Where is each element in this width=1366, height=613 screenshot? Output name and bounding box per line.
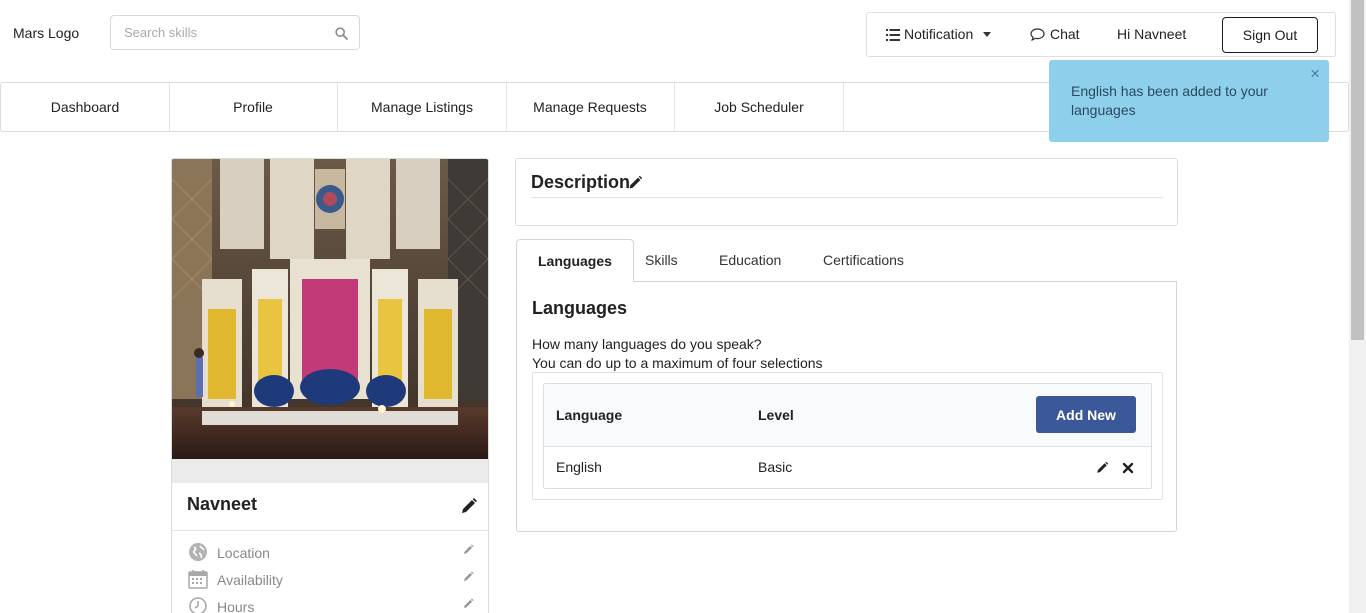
search-input[interactable] <box>111 16 326 49</box>
edit-hours-icon[interactable] <box>463 596 474 612</box>
languages-question: How many languages do you speak? <box>532 336 762 352</box>
edit-location-icon[interactable] <box>463 542 474 558</box>
languages-panel: Languages How many languages do you spea… <box>516 281 1177 532</box>
edit-availability-icon[interactable] <box>463 569 474 585</box>
table-row: English Basic <box>544 447 1151 489</box>
toast-message: English has been added to your languages <box>1071 83 1268 118</box>
column-header-level: Level <box>758 407 794 423</box>
globe-icon <box>188 542 208 565</box>
notification-label: Notification <box>904 26 974 42</box>
search-box <box>110 15 360 50</box>
hours-label: Hours <box>217 599 255 613</box>
languages-heading: Languages <box>532 298 628 318</box>
availability-label: Availability <box>217 572 283 588</box>
languages-hint: You can do up to a maximum of four selec… <box>532 355 823 371</box>
user-menu-bar: Notification Chat Hi Navneet Sign Out <box>866 12 1336 57</box>
edit-name-icon[interactable] <box>460 497 478 518</box>
table-header: Language Level Add New <box>544 384 1151 447</box>
notification-dropdown[interactable]: Notification <box>886 13 992 56</box>
photo-footer <box>172 459 488 483</box>
toast-notification: English has been added to your languages… <box>1049 60 1329 142</box>
edit-language-icon[interactable] <box>1096 461 1109 477</box>
location-label: Location <box>217 545 270 561</box>
sign-out-button[interactable]: Sign Out <box>1222 17 1318 53</box>
profile-card: Navneet Location Availability Hours <box>171 158 489 613</box>
language-cell: English <box>556 459 602 475</box>
divider <box>172 530 488 531</box>
nav-manage-requests[interactable]: Manage Requests <box>506 83 675 131</box>
languages-table: Language Level Add New English Basic <box>543 383 1152 489</box>
description-card: Description <box>515 158 1178 226</box>
languages-table-wrapper: Language Level Add New English Basic <box>532 372 1163 500</box>
chat-label: Chat <box>1050 26 1080 42</box>
chevron-down-icon <box>983 32 992 37</box>
tab-languages[interactable]: Languages <box>516 239 634 282</box>
nav-job-scheduler[interactable]: Job Scheduler <box>675 83 844 131</box>
profile-photo[interactable] <box>172 159 488 459</box>
site-logo[interactable]: Mars Logo <box>13 25 79 41</box>
nav-dashboard[interactable]: Dashboard <box>1 83 170 131</box>
calendar-icon <box>188 569 208 592</box>
delete-language-icon[interactable] <box>1122 461 1134 477</box>
tab-skills[interactable]: Skills <box>624 239 699 282</box>
chat-link[interactable]: Chat <box>1030 13 1080 56</box>
search-icon[interactable] <box>335 27 348 43</box>
profile-name: Navneet <box>187 494 258 514</box>
chat-bubble-icon <box>1030 26 1050 42</box>
column-header-language: Language <box>556 407 623 423</box>
description-title: Description <box>531 172 631 192</box>
page-scrollbar[interactable] <box>1349 0 1366 613</box>
clock-icon <box>188 596 208 613</box>
tab-certifications[interactable]: Certifications <box>802 239 925 282</box>
edit-description-icon[interactable] <box>628 175 643 193</box>
divider <box>531 197 1163 198</box>
add-new-button[interactable]: Add New <box>1036 396 1136 433</box>
nav-manage-listings[interactable]: Manage Listings <box>338 83 507 131</box>
user-greeting[interactable]: Hi Navneet <box>1117 13 1186 56</box>
list-icon <box>886 26 904 42</box>
scrollbar-thumb[interactable] <box>1351 0 1364 340</box>
close-icon[interactable]: × <box>1310 65 1320 83</box>
level-cell: Basic <box>758 459 793 475</box>
nav-profile[interactable]: Profile <box>169 83 338 131</box>
tab-education[interactable]: Education <box>698 239 802 282</box>
